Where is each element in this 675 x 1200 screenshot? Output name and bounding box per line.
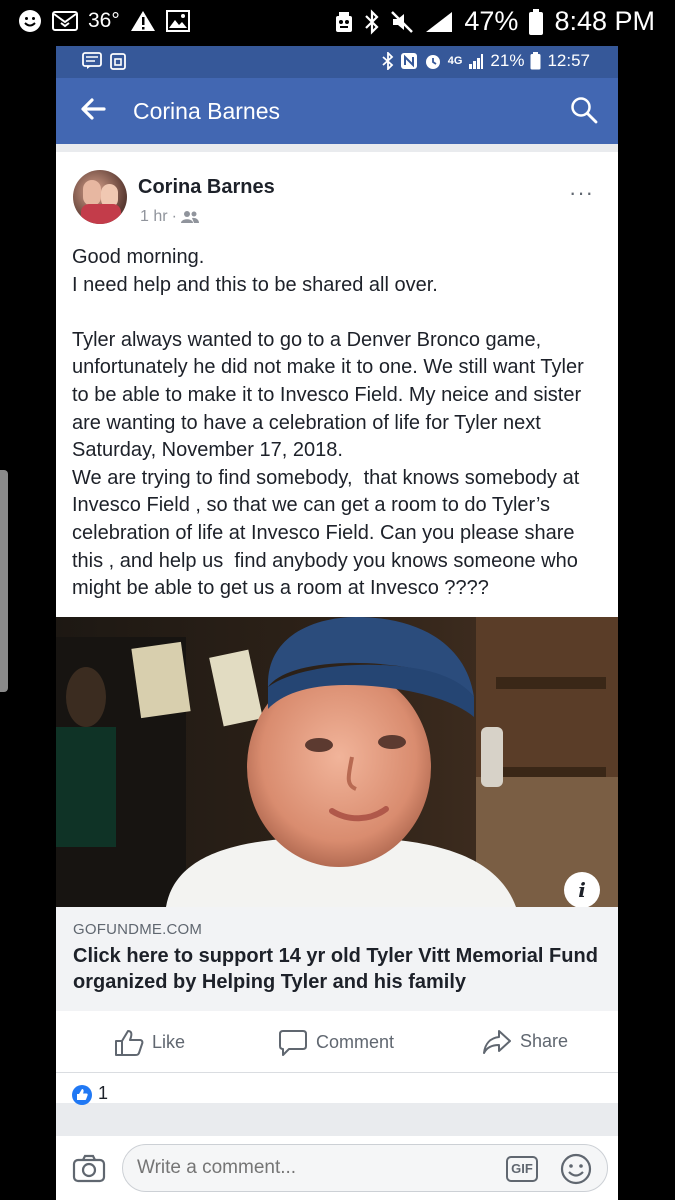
mail-icon <box>52 11 78 31</box>
friends-icon <box>180 211 199 223</box>
emoji-icon[interactable] <box>560 1153 592 1185</box>
post-photo[interactable]: i <box>56 616 618 907</box>
facebook-app-screen: 4G 21% 12:57 Corina Barnes Corina Barnes… <box>56 46 618 1200</box>
inner-network: 4G <box>447 55 463 67</box>
avatar-shirt <box>81 204 121 224</box>
mute-icon <box>391 10 414 33</box>
smiley-icon <box>19 10 41 32</box>
outer-status-left: 36° <box>18 9 190 33</box>
avatar[interactable] <box>73 170 127 224</box>
outer-status-bar: 36° 47% 8:48 PM <box>0 0 675 46</box>
boy-photo <box>56 616 618 907</box>
messages-icon <box>82 52 102 69</box>
post-meta: 1 hr · <box>140 208 199 226</box>
post-card: Corina Barnes 1 hr · ··· Good morning. I… <box>56 152 618 1105</box>
post-actions: Like Comment Share <box>56 1011 618 1073</box>
avatar-face-1 <box>83 180 101 206</box>
like-button[interactable]: Like <box>114 1029 185 1057</box>
robot-icon <box>336 11 353 32</box>
app-header: Corina Barnes <box>56 78 618 144</box>
share-label: Share <box>520 1031 569 1052</box>
camera-icon[interactable] <box>72 1153 106 1183</box>
comment-icon <box>279 1029 307 1056</box>
inner-signal-icon <box>469 54 484 69</box>
post-header: Corina Barnes 1 hr · ··· <box>56 152 618 240</box>
inner-status-bar: 4G 21% 12:57 <box>56 46 618 78</box>
outer-time: 8:48 PM <box>554 6 655 36</box>
like-icon <box>115 1029 144 1056</box>
image-icon <box>165 10 190 32</box>
post-body: Good morning. I need help and this to be… <box>56 240 618 617</box>
alarm-icon <box>425 55 440 69</box>
outer-status-right: 47% 8:48 PM <box>334 6 655 37</box>
info-button[interactable]: i <box>564 871 600 907</box>
search-icon[interactable] <box>570 96 598 124</box>
signal-icon <box>426 11 453 32</box>
link-preview[interactable]: GOFUNDME.COM Click here to support 14 yr… <box>56 906 618 1011</box>
calendar-icon <box>110 53 126 70</box>
more-options-button[interactable]: ··· <box>569 180 594 206</box>
reaction-count: 1 <box>98 1082 109 1103</box>
post-author[interactable]: Corina Barnes <box>138 176 275 199</box>
inner-time: 12:57 <box>547 51 590 70</box>
inner-status-left <box>82 52 126 70</box>
outer-battery-percent: 47% <box>464 6 519 36</box>
link-domain: GOFUNDME.COM <box>73 920 203 938</box>
bluetooth-icon <box>365 8 379 35</box>
alert-icon <box>130 11 155 31</box>
battery-icon <box>529 8 544 35</box>
comment-composer: GIF <box>56 1136 618 1200</box>
edge-panel-handle[interactable] <box>0 470 8 692</box>
share-icon <box>483 1029 511 1054</box>
reactions-row[interactable]: 1 <box>56 1073 618 1105</box>
post-text: Good morning. I need help and this to be… <box>72 246 584 600</box>
link-title[interactable]: Click here to support 14 yr old Tyler Vi… <box>73 943 601 995</box>
page-title: Corina Barnes <box>133 98 281 124</box>
like-label: Like <box>152 1032 186 1053</box>
meta-separator: · <box>171 208 177 225</box>
gif-button[interactable]: GIF <box>506 1156 538 1182</box>
inner-status-right: 4G 21% 12:57 <box>382 51 590 71</box>
like-reaction-icon <box>72 1084 92 1105</box>
feed-gap <box>56 144 618 152</box>
back-arrow-icon[interactable] <box>78 94 108 124</box>
inner-battery-icon <box>530 52 541 70</box>
comment-label: Comment <box>316 1032 395 1053</box>
nfc-icon <box>400 53 417 69</box>
comment-button[interactable]: Comment <box>278 1029 394 1057</box>
post-time[interactable]: 1 hr <box>140 208 168 226</box>
bluetooth-small-icon <box>382 52 394 70</box>
temperature: 36° <box>88 9 120 32</box>
share-button[interactable]: Share <box>482 1029 568 1055</box>
inner-battery-percent: 21% <box>490 51 525 70</box>
